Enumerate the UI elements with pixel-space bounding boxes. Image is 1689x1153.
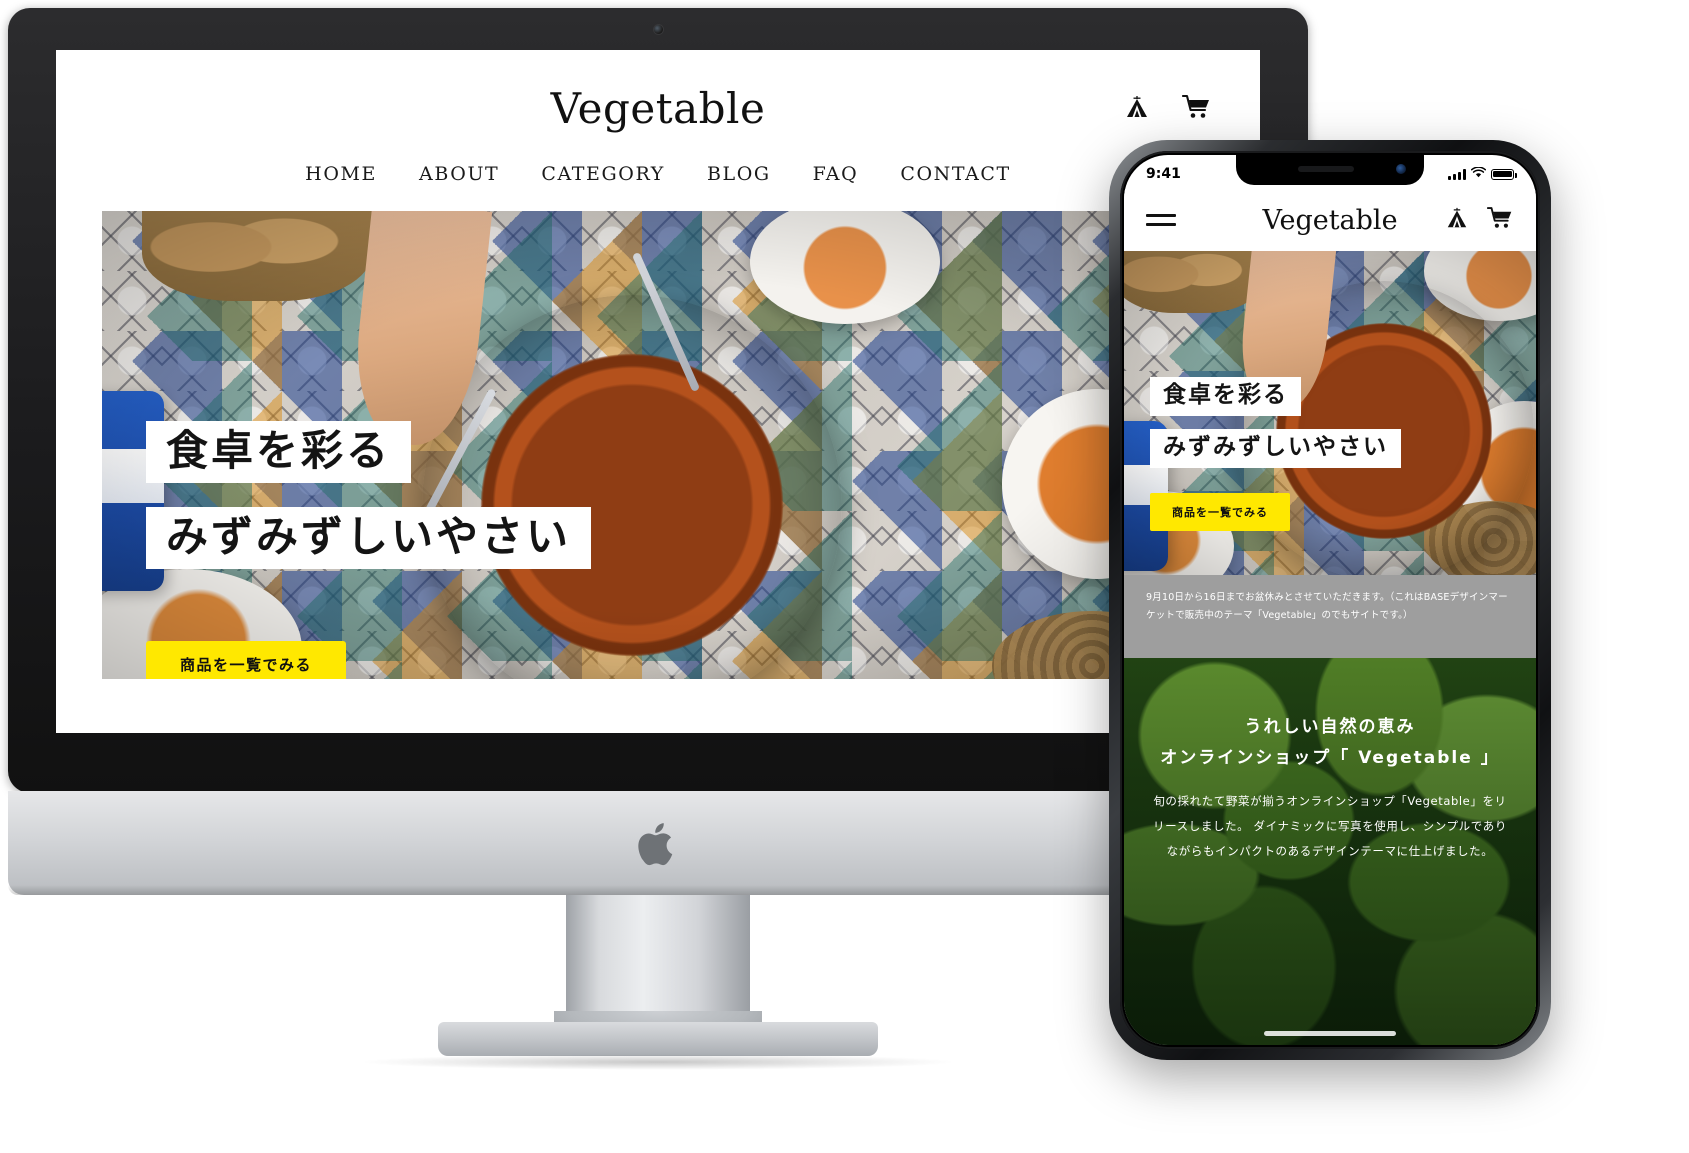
mobile-site-header: Vegetable [1124,189,1536,251]
mobile-header-icons [1445,206,1514,235]
front-camera-icon [1396,164,1406,174]
wifi-icon [1470,166,1487,182]
cart-icon[interactable] [1182,94,1212,120]
nav-item-home[interactable]: HOME [305,163,377,185]
home-indicator[interactable] [1264,1031,1396,1036]
iphone-device: 9:41 Vegetable 食卓を彩る みずみずしいやさい 商品を一覧でみる … [1109,140,1551,1060]
mobile-intro-section: うれしい自然の恵み オンラインショップ「 Vegetable 」 旬の採れたて野… [1124,658,1536,1045]
earpiece-speaker-icon [1298,166,1354,172]
mobile-screen: 9:41 Vegetable 食卓を彩る みずみずしいやさい 商品を一覧でみる … [1124,155,1536,1045]
desktop-header-icons [1124,94,1212,120]
hamburger-icon[interactable] [1146,208,1176,232]
intro-body-text: 旬の採れたて野菜が揃うオンラインショップ「Vegetable」をリリースしました… [1153,794,1507,858]
imac-drop-shadow [358,1054,958,1070]
apple-logo-icon [636,818,680,870]
imac-camera-icon [653,25,663,34]
mobile-notice-banner: 9月10日から16日までお盆休みとさせていただきます。（これはBASEデザインマ… [1124,575,1536,658]
mobile-hero-cta-button[interactable]: 商品を一覧でみる [1150,493,1290,531]
mobile-brand-logo[interactable]: Vegetable [1262,205,1397,236]
desktop-main-nav: HOME ABOUT CATEGORY BLOG FAQ CONTACT [56,163,1260,211]
tent-icon[interactable] [1445,206,1469,235]
intro-heading-1: うれしい自然の恵み [1244,717,1416,737]
desktop-screen: Vegetable HOME ABOUT CATEGORY BLOG FAQ C… [56,50,1260,733]
status-time: 9:41 [1146,166,1181,182]
desktop-brand-logo[interactable]: Vegetable [56,84,1260,133]
nav-item-contact[interactable]: CONTACT [900,163,1011,185]
cart-icon[interactable] [1486,206,1514,235]
desktop-site-header: Vegetable [56,50,1260,133]
nav-item-about[interactable]: ABOUT [419,163,499,185]
signal-icon [1448,168,1466,180]
mobile-hero-copy: 食卓を彩る みずみずしいやさい [1150,377,1401,468]
mobile-hero-headline-line-2: みずみずしいやさい [1150,429,1401,468]
mobile-hero-banner: 食卓を彩る みずみずしいやさい 商品を一覧でみる [1124,251,1536,575]
hero-cta-button[interactable]: 商品を一覧でみる [146,641,347,679]
iphone-notch [1236,155,1424,185]
tent-icon[interactable] [1124,94,1150,120]
status-indicators [1448,166,1517,182]
battery-icon [1491,168,1517,180]
mockup-stage: Vegetable HOME ABOUT CATEGORY BLOG FAQ C… [0,0,1689,1153]
mobile-hero-headline-line-1: 食卓を彩る [1150,377,1301,416]
hero-headline-line-2: みずみずしいやさい [146,507,592,569]
nav-item-blog[interactable]: BLOG [707,163,771,185]
nav-item-faq[interactable]: FAQ [813,163,859,185]
desktop-hero-copy: 食卓を彩る みずみずしいやさい [146,421,592,569]
hero-headline-line-1: 食卓を彩る [146,421,412,483]
imac-stand-neck [554,895,762,1037]
desktop-hero-banner: 食卓を彩る みずみずしいやさい 商品を一覧でみる [102,211,1214,679]
iphone-frame: 9:41 Vegetable 食卓を彩る みずみずしいやさい 商品を一覧でみる … [1120,151,1540,1049]
intro-heading-2: オンラインショップ「 Vegetable 」 [1160,747,1500,768]
imac-stand-foot [438,1022,878,1056]
nav-item-category[interactable]: CATEGORY [541,163,665,185]
